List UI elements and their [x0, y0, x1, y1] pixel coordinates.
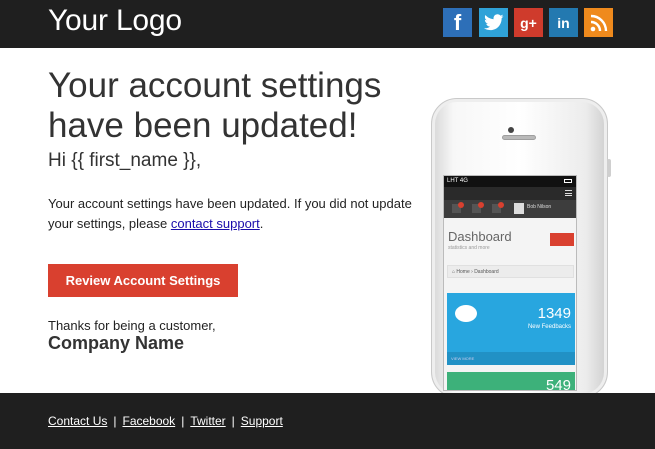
phone-nav-icon [452, 202, 464, 213]
phone-status-bar: LHT 4G [444, 176, 576, 187]
phone-app-bar [444, 187, 576, 200]
phone-status-text: LHT 4G [447, 178, 468, 184]
twitter-icon[interactable] [479, 8, 508, 37]
feedback-label: New Feedbacks [527, 324, 571, 330]
google-plus-icon[interactable]: g+ [514, 8, 543, 37]
phone-screen: LHT 4G Bob Nilson Dashboard statistics a… [443, 175, 577, 391]
rss-icon[interactable] [584, 8, 613, 37]
thanks-text: Thanks for being a customer, [48, 318, 216, 333]
twitter-bird-icon [483, 14, 503, 31]
phone-dashboard-subtitle: statistics and more [448, 245, 490, 251]
linkedin-icon[interactable]: in [549, 8, 578, 37]
notification-dot [478, 202, 484, 208]
phone-breadcrumb: ⌂ Home › Dashboard [447, 265, 574, 278]
second-card-count: 549 [545, 377, 571, 391]
footer-separator: | [231, 414, 235, 428]
phone-camera [508, 127, 514, 133]
phone-nav-bar: Bob Nilson [444, 200, 576, 218]
footer-link-twitter[interactable]: Twitter [190, 414, 225, 428]
avatar [514, 203, 524, 214]
view-more-label: VIEW MORE [447, 352, 575, 365]
page-headline: Your account settings have been updated! [48, 66, 382, 145]
phone-user-name: Bob Nilson [527, 204, 552, 210]
feedback-count: 1349 [537, 305, 571, 322]
rss-feed-icon [590, 14, 607, 31]
footer-separator: | [113, 414, 117, 428]
phone-side-button [607, 159, 611, 177]
notification-dot [458, 202, 464, 208]
chat-bubble-icon [455, 305, 477, 322]
notification-dot [498, 202, 504, 208]
header-bar: Your Logo f g+ in [0, 0, 655, 48]
footer-link-contact-us[interactable]: Contact Us [48, 414, 107, 428]
facebook-icon[interactable]: f [443, 8, 472, 37]
phone-speaker [502, 135, 536, 140]
phone-mockup-image: LHT 4G Bob Nilson Dashboard statistics a… [431, 98, 611, 398]
battery-icon [564, 179, 572, 183]
footer-link-facebook[interactable]: Facebook [122, 414, 175, 428]
footer-links: Contact Us | Facebook | Twitter | Support [48, 414, 283, 428]
body-paragraph: Your account settings have been updated.… [48, 194, 420, 234]
phone-second-card: 549 [447, 372, 575, 391]
calendar-button [550, 233, 574, 246]
footer-link-support[interactable]: Support [241, 414, 283, 428]
hamburger-menu-icon [565, 190, 572, 196]
footer-separator: | [181, 414, 185, 428]
phone-nav-icon [492, 202, 504, 213]
phone-feedback-card: 1349 New Feedbacks VIEW MORE [447, 293, 575, 365]
body-text-suffix: . [259, 216, 264, 231]
company-name: Company Name [48, 333, 185, 353]
footer-bar: Contact Us | Facebook | Twitter | Support [0, 393, 655, 449]
phone-nav-icon [472, 202, 484, 213]
logo-text[interactable]: Your Logo [48, 4, 182, 38]
phone-dashboard-title: Dashboard [448, 229, 512, 244]
contact-support-link[interactable]: contact support [171, 216, 260, 231]
greeting-text: Hi {{ first_name }}, [48, 150, 202, 171]
review-account-settings-button[interactable]: Review Account Settings [48, 264, 238, 297]
